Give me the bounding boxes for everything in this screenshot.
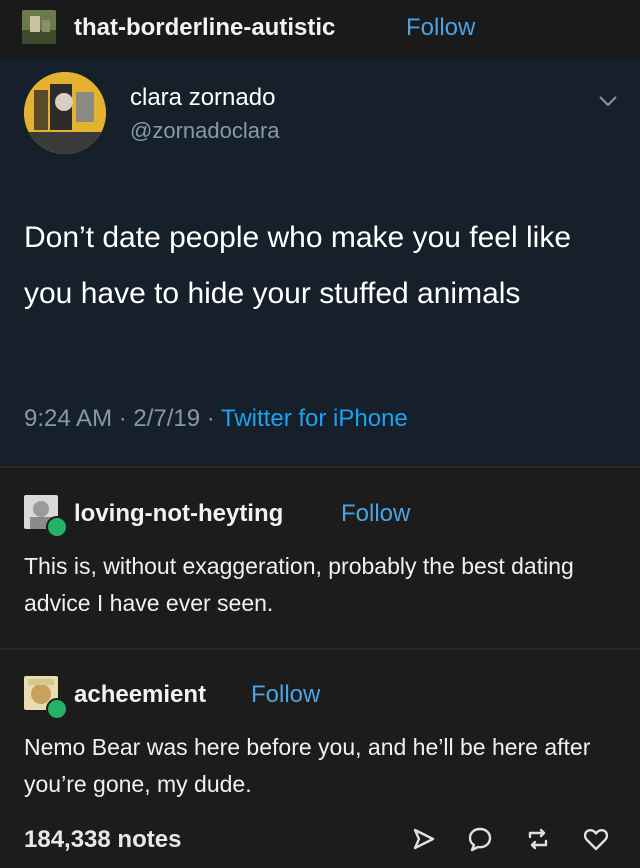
blog-avatar-icon[interactable]	[22, 10, 56, 44]
tweet-meta: 9:24 AM · 2/7/19 · Twitter for iPhone	[24, 405, 408, 433]
like-icon[interactable]	[582, 825, 610, 853]
reblogger-username[interactable]: that-borderline-autistic	[74, 14, 335, 42]
tweet-source: Twitter for iPhone	[221, 405, 408, 432]
divider	[0, 648, 640, 650]
tweet-text: Don’t date people who make you feel like…	[24, 221, 572, 310]
embedded-tweet: clara zornado @zornadoclara Don’t date p…	[0, 60, 640, 465]
follow-button[interactable]: Follow	[341, 500, 410, 528]
follow-button[interactable]: Follow	[406, 14, 475, 42]
reblog-comment: This is, without exaggeration, probably …	[24, 553, 574, 616]
reblog-badge-icon	[46, 516, 68, 538]
follow-button[interactable]: Follow	[251, 681, 320, 709]
share-icon[interactable]	[410, 825, 438, 853]
notes-count[interactable]: 184,338 notes	[24, 826, 181, 854]
reblog-icon[interactable]	[524, 825, 552, 853]
reblog-username[interactable]: acheemient	[74, 681, 206, 709]
tweet-avatar	[24, 72, 106, 154]
reblog-comment: Nemo Bear was here before you, and he’ll…	[24, 734, 591, 797]
tweet-display-name: clara zornado	[130, 84, 276, 111]
divider	[0, 466, 640, 468]
reblog-username[interactable]: loving-not-heyting	[74, 500, 283, 528]
tweet-handle: @zornadoclara	[130, 118, 280, 143]
reply-icon[interactable]	[466, 825, 494, 853]
tweet-timestamp: 9:24 AM · 2/7/19 ·	[24, 405, 222, 432]
post-header: that-borderline-autistic Follow	[0, 0, 640, 58]
chevron-down-icon	[599, 96, 617, 107]
reblog-badge-icon	[46, 698, 68, 720]
